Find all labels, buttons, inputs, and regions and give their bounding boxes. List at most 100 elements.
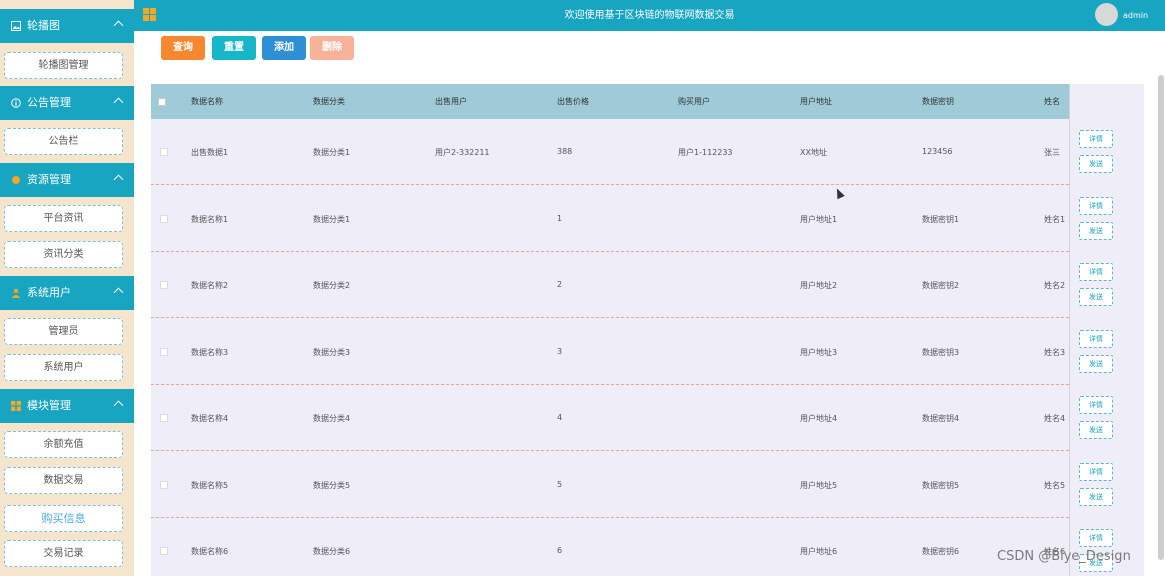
cell-price: 5 (557, 479, 563, 489)
cell-buyer: 用户1-112233 (678, 148, 733, 157)
header-price[interactable]: 出售价格 (557, 84, 589, 119)
user-name[interactable]: admin (1123, 0, 1148, 31)
table-row[interactable]: 数据名称3 数据分类3 3 用户地址3 数据密钥3 姓名3 (151, 319, 1144, 385)
cell-data-category: 数据分类1 (313, 214, 351, 224)
header-data-name[interactable]: 数据名称 (191, 84, 223, 119)
sidebar-group-notice[interactable]: 公告管理 (0, 86, 134, 120)
avatar[interactable] (1095, 3, 1118, 26)
sidebar-item-data-trade[interactable]: 数据交易 (4, 467, 123, 494)
row-checkbox[interactable] (160, 214, 168, 223)
cell-key: 数据密钥3 (922, 347, 960, 357)
cell-price: 6 (557, 546, 563, 555)
cell-data-category: 数据分类4 (313, 414, 351, 423)
sidebar-item-news-category[interactable]: 资讯分类 (4, 241, 123, 268)
cell-seller: 用户2-332211 (435, 148, 490, 157)
row-checkbox[interactable] (160, 547, 168, 555)
watermark: CSDN @Biye_Design (997, 549, 1131, 564)
chevron-up-icon (113, 20, 124, 31)
sidebar-item-balance-recharge[interactable]: 余额充值 (4, 431, 123, 458)
scrollbar[interactable] (1157, 31, 1165, 576)
sidebar-item-notice-board[interactable]: 公告栏 (4, 128, 123, 155)
grid-icon (11, 401, 21, 411)
cell-data-category: 数据分类5 (313, 480, 351, 490)
app-root: 轮播图 轮播图管理 公告管理 公告栏 资源管理 平台资讯 资讯分类 系统用户 管… (0, 0, 1165, 576)
table-row[interactable]: 数据名称6 数据分类6 6 用户地址6 数据密钥6 姓名6 (151, 518, 1144, 576)
cell-address: 用户地址6 (800, 547, 838, 556)
header-data-category[interactable]: 数据分类 (313, 84, 345, 119)
sidebar-item-carousel-manage[interactable]: 轮播图管理 (4, 52, 123, 79)
table-row[interactable]: 数据名称2 数据分类2 2 用户地址2 数据密钥2 姓名2 (151, 252, 1144, 318)
cell-data-name: 数据名称6 (191, 547, 229, 556)
sidebar-item-admin[interactable]: 管理员 (4, 318, 123, 345)
header-seller[interactable]: 出售用户 (435, 84, 467, 119)
table-row[interactable]: 数据名称1 数据分类1 1 用户地址1 数据密钥1 姓名1 (151, 186, 1144, 252)
cell-address: XX地址 (800, 148, 827, 157)
chevron-up-icon (113, 287, 124, 298)
cell-price: 2 (557, 280, 563, 289)
cell-data-name: 数据名称3 (191, 347, 229, 357)
row-checkbox[interactable] (160, 414, 168, 422)
table-row[interactable]: 数据名称5 数据分类5 5 用户地址5 数据密钥5 姓名5 (151, 452, 1144, 518)
cell-address: 用户地址4 (800, 414, 838, 423)
cell-address: 用户地址5 (800, 480, 838, 490)
header-buyer[interactable]: 购买用户 (678, 84, 710, 119)
delete-button[interactable]: 删除 (310, 36, 354, 60)
scrollbar-thumb[interactable] (1158, 75, 1164, 560)
send-button[interactable]: 发送 (1079, 155, 1113, 173)
select-all-checkbox[interactable] (158, 98, 166, 106)
sidebar-item-purchase-info[interactable]: 购买信息 (4, 505, 123, 532)
sidebar-group-title: 模块管理 (27, 399, 71, 412)
table-row[interactable]: 数据名称4 数据分类4 4 用户地址4 数据密钥4 姓名4 (151, 385, 1144, 451)
cell-data-category: 数据分类1 (313, 148, 351, 157)
send-button[interactable]: 发送 (1079, 487, 1113, 506)
row-checkbox[interactable] (160, 281, 168, 289)
detail-button[interactable]: 详情 (1079, 396, 1113, 414)
sidebar-item-platform-news[interactable]: 平台资讯 (4, 205, 123, 232)
send-button[interactable]: 发送 (1079, 221, 1113, 240)
sidebar-group-title: 轮播图 (27, 19, 60, 32)
cell-data-category: 数据分类6 (313, 547, 351, 556)
detail-button[interactable]: 详情 (1079, 462, 1113, 481)
cell-data-name: 数据名称5 (191, 480, 229, 490)
table-row[interactable]: 出售数据1 数据分类1 用户2-332211 388 用户1-112233 XX地址 123… (151, 119, 1144, 185)
sidebar-item-trade-record[interactable]: 交易记录 (4, 540, 123, 567)
query-button[interactable]: 查询 (161, 36, 205, 60)
welcome-title: 欢迎使用基于区块链的物联网数据交易 (564, 10, 735, 21)
cell-name: 姓名1 (1044, 214, 1066, 224)
header-address[interactable]: 用户地址 (800, 84, 832, 119)
detail-button[interactable]: 详情 (1079, 529, 1113, 547)
cell-data-name: 数据名称1 (191, 214, 229, 224)
sidebar-item-system-user[interactable]: 系统用户 (4, 354, 123, 381)
sidebar: 轮播图 轮播图管理 公告管理 公告栏 资源管理 平台资讯 资讯分类 系统用户 管… (0, 0, 134, 576)
row-checkbox[interactable] (160, 148, 168, 156)
cell-key: 数据密钥4 (922, 414, 960, 423)
cell-address: 用户地址2 (800, 281, 838, 290)
detail-button[interactable]: 详情 (1079, 263, 1113, 281)
cell-key: 数据密钥1 (922, 214, 960, 224)
sidebar-group-resource[interactable]: 资源管理 (0, 163, 134, 197)
row-checkbox[interactable] (160, 347, 168, 356)
header-name[interactable]: 姓名 (1044, 84, 1060, 119)
cell-data-category: 数据分类3 (313, 347, 351, 357)
data-table: 数据名称 数据分类 出售用户 出售价格 购买用户 用户地址 数据密钥 姓名 操作… (151, 84, 1144, 576)
detail-button[interactable]: 详情 (1079, 130, 1113, 148)
image-icon (11, 21, 21, 31)
detail-button[interactable]: 详情 (1079, 329, 1113, 348)
info-circle-icon (11, 98, 21, 108)
sidebar-group-carousel[interactable]: 轮播图 (0, 9, 134, 43)
detail-button[interactable]: 详情 (1079, 196, 1113, 215)
sidebar-group-module[interactable]: 模块管理 (0, 389, 134, 423)
cell-data-category: 数据分类2 (313, 281, 351, 290)
cell-price: 1 (557, 213, 563, 223)
cell-name: 姓名2 (1044, 281, 1066, 290)
cell-key: 数据密钥6 (922, 547, 960, 556)
sidebar-group-system-user[interactable]: 系统用户 (0, 276, 134, 310)
reset-button[interactable]: 重置 (212, 36, 256, 60)
send-button[interactable]: 发送 (1079, 354, 1113, 373)
send-button[interactable]: 发送 (1079, 421, 1113, 439)
cell-name: 张三 (1044, 148, 1060, 157)
send-button[interactable]: 发送 (1079, 288, 1113, 306)
header-key[interactable]: 数据密钥 (922, 84, 954, 119)
row-checkbox[interactable] (160, 480, 168, 489)
add-button[interactable]: 添加 (262, 36, 306, 60)
